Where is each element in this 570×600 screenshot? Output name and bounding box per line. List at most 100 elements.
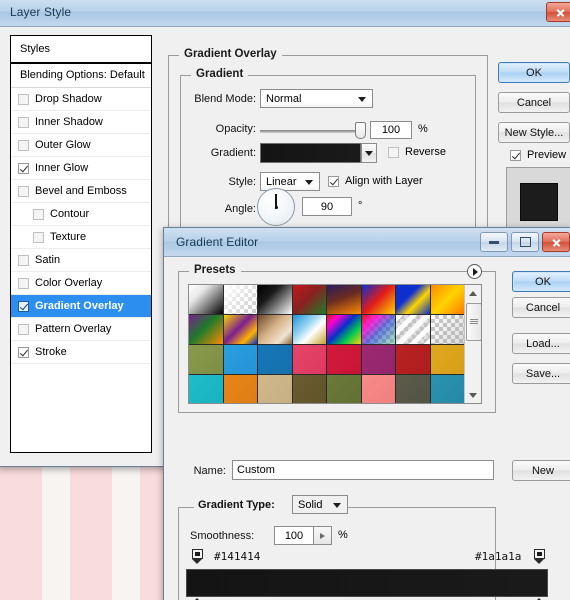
reverse-checkbox-row[interactable]: Reverse	[388, 146, 446, 158]
preview-checkbox-row[interactable]: Preview	[510, 149, 566, 161]
style-row-pattern-overlay[interactable]: Pattern Overlay	[11, 318, 151, 341]
save-button[interactable]: Save...	[512, 363, 570, 384]
scroll-up-icon[interactable]	[466, 286, 480, 300]
gradient-preset-swatch[interactable]	[258, 315, 293, 345]
checkbox-pattern-overlay[interactable]	[18, 323, 29, 335]
close-icon[interactable]	[542, 232, 570, 252]
presets-scrollbar[interactable]	[464, 285, 481, 403]
style-row-satin[interactable]: Satin	[11, 249, 151, 272]
gradient-preset-swatch[interactable]	[361, 345, 396, 375]
gradient-preset-swatch[interactable]	[396, 345, 431, 375]
gradient-preset-swatch[interactable]	[430, 345, 465, 375]
opacity-slider-track[interactable]	[260, 130, 364, 133]
styles-list[interactable]: Styles Blending Options: Default Drop Sh…	[10, 35, 152, 453]
gradient-preset-swatch[interactable]	[223, 315, 258, 345]
gradient-preset-swatch[interactable]	[189, 285, 224, 315]
scroll-down-icon[interactable]	[466, 388, 480, 402]
style-row-color-overlay[interactable]: Color Overlay	[11, 272, 151, 295]
restore-icon[interactable]	[511, 232, 539, 252]
ok-button[interactable]: OK	[498, 62, 570, 83]
gradient-editor-cancel-button[interactable]: Cancel	[512, 297, 570, 318]
gradient-preset-swatch[interactable]	[292, 345, 327, 375]
gradient-preset-swatch[interactable]	[189, 315, 224, 345]
checkbox-contour[interactable]	[33, 208, 44, 220]
gradient-preset-swatch[interactable]	[361, 375, 396, 403]
style-row-contour[interactable]: Contour	[11, 203, 151, 226]
checkbox-drop-shadow[interactable]	[18, 93, 29, 105]
gradient-preview-swatch[interactable]	[260, 143, 361, 163]
checkbox-texture[interactable]	[33, 231, 44, 243]
gradient-type-select[interactable]: Solid	[292, 495, 348, 514]
close-icon[interactable]	[546, 2, 570, 22]
load-button[interactable]: Load...	[512, 333, 570, 354]
gradient-preset-swatch[interactable]	[361, 315, 396, 345]
gradient-preset-swatch[interactable]	[396, 375, 431, 403]
checkbox-preview[interactable]	[510, 149, 521, 161]
gradient-preset-swatch[interactable]	[223, 375, 258, 403]
gradient-preset-swatch[interactable]	[189, 345, 224, 375]
checkbox-stroke[interactable]	[18, 346, 29, 358]
checkbox-satin[interactable]	[18, 254, 29, 266]
checkbox-color-overlay[interactable]	[18, 277, 29, 289]
gradient-preset-swatch[interactable]	[327, 285, 362, 315]
gradient-editor-titlebar[interactable]: Gradient Editor	[164, 228, 570, 257]
presets-flyout-arrow-icon[interactable]	[467, 264, 482, 279]
checkbox-outer-glow[interactable]	[18, 139, 29, 151]
gradient-preset-swatch[interactable]	[258, 375, 293, 403]
gradient-preset-swatch[interactable]	[258, 285, 293, 315]
smoothness-input[interactable]: 100	[274, 526, 314, 545]
style-row-inner-glow[interactable]: Inner Glow	[11, 157, 151, 180]
gradient-preset-swatch[interactable]	[361, 285, 396, 315]
style-row-gradient-overlay[interactable]: Gradient Overlay	[11, 295, 151, 318]
opacity-stop-right[interactable]	[534, 549, 545, 564]
gradient-editor-ok-button[interactable]: OK	[512, 271, 570, 292]
angle-dial[interactable]	[257, 188, 295, 226]
checkbox-gradient-overlay[interactable]	[18, 300, 29, 312]
align-with-layer-row[interactable]: Align with Layer	[328, 175, 423, 187]
gradient-preset-swatch[interactable]	[327, 315, 362, 345]
blending-options-row[interactable]: Blending Options: Default	[11, 64, 151, 88]
minimize-icon[interactable]	[480, 232, 508, 252]
scrollbar-thumb[interactable]	[466, 303, 481, 341]
gradient-preset-swatch[interactable]	[396, 285, 431, 315]
cancel-button[interactable]: Cancel	[498, 92, 570, 113]
gradient-preset-swatch[interactable]	[292, 375, 327, 403]
style-row-texture[interactable]: Texture	[11, 226, 151, 249]
checkbox-reverse[interactable]	[388, 146, 399, 158]
gradient-picker-dropdown[interactable]	[361, 143, 377, 163]
checkbox-align-with-layer[interactable]	[328, 175, 339, 187]
blend-mode-select[interactable]: Normal	[260, 89, 373, 108]
gradient-preset-swatch[interactable]	[189, 375, 224, 403]
opacity-stop-left[interactable]	[192, 549, 203, 564]
gradient-preset-swatch[interactable]	[327, 375, 362, 403]
gradient-preset-swatch[interactable]	[292, 285, 327, 315]
gradient-preset-swatch[interactable]	[430, 285, 465, 315]
checkbox-bevel-and-emboss[interactable]	[18, 185, 29, 197]
style-row-outer-glow[interactable]: Outer Glow	[11, 134, 151, 157]
gradient-preset-swatch[interactable]	[396, 315, 431, 345]
opacity-input[interactable]: 100	[370, 121, 412, 139]
style-row-inner-shadow[interactable]: Inner Shadow	[11, 111, 151, 134]
gradient-preset-swatch[interactable]	[292, 315, 327, 345]
checkbox-inner-glow[interactable]	[18, 162, 29, 174]
smoothness-stepper[interactable]	[314, 526, 332, 545]
gradient-preset-swatch[interactable]	[430, 315, 465, 345]
new-gradient-button[interactable]: New	[512, 460, 570, 481]
gradient-preset-swatch[interactable]	[223, 285, 258, 315]
opacity-slider-knob[interactable]	[355, 122, 366, 139]
style-row-drop-shadow[interactable]: Drop Shadow	[11, 88, 151, 111]
new-style-button[interactable]: New Style...	[498, 122, 570, 143]
gradient-bar[interactable]	[186, 569, 548, 597]
checkbox-inner-shadow[interactable]	[18, 116, 29, 128]
gradient-preset-swatch[interactable]	[430, 375, 465, 403]
angle-input[interactable]: 90	[302, 197, 352, 216]
gradient-preset-swatch[interactable]	[223, 345, 258, 375]
style-row-stroke[interactable]: Stroke	[11, 341, 151, 364]
layer-style-titlebar[interactable]: Layer Style	[0, 0, 570, 27]
presets-grid[interactable]	[189, 285, 465, 403]
style-row-bevel-and-emboss[interactable]: Bevel and Emboss	[11, 180, 151, 203]
presets-swatch-box[interactable]	[188, 284, 482, 404]
gradient-preset-swatch[interactable]	[327, 345, 362, 375]
gradient-name-input[interactable]: Custom	[232, 460, 494, 480]
gradient-preset-swatch[interactable]	[258, 345, 293, 375]
